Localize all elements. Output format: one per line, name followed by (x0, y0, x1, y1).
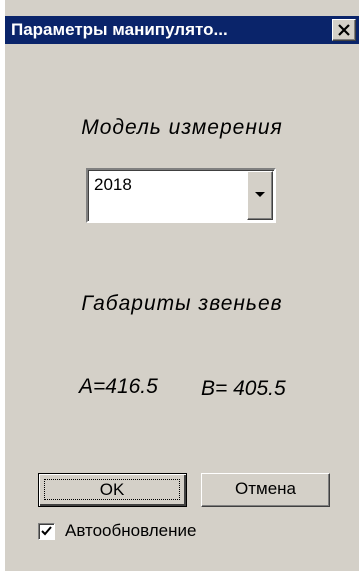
model-dropdown-button[interactable] (247, 171, 273, 220)
title-bar[interactable]: Параметры манипулято... (5, 16, 359, 44)
chevron-down-icon (255, 192, 265, 197)
model-select[interactable]: 2018 (86, 168, 276, 223)
checkmark-icon (41, 526, 52, 536)
close-icon (338, 24, 350, 36)
auto-update-checkbox[interactable] (38, 523, 55, 540)
ok-button-label: OK (44, 479, 180, 500)
cancel-button[interactable]: Отмена (201, 473, 330, 507)
dimensions-label: Габариты звеньев (81, 292, 283, 315)
auto-update-label: Автообновление (65, 521, 197, 540)
window-title: Параметры манипулято... (11, 20, 228, 39)
model-select-value: 2018 (94, 175, 132, 194)
window-edge (0, 0, 5, 571)
dimension-a-value: A=416.5 (79, 375, 158, 398)
dialog-window: Параметры манипулято... Модель измерения… (0, 0, 359, 571)
close-button[interactable] (332, 19, 356, 41)
model-label: Модель измерения (81, 116, 283, 139)
ok-button[interactable]: OK (38, 473, 187, 507)
dimension-b-value: B= 405.5 (201, 377, 286, 400)
